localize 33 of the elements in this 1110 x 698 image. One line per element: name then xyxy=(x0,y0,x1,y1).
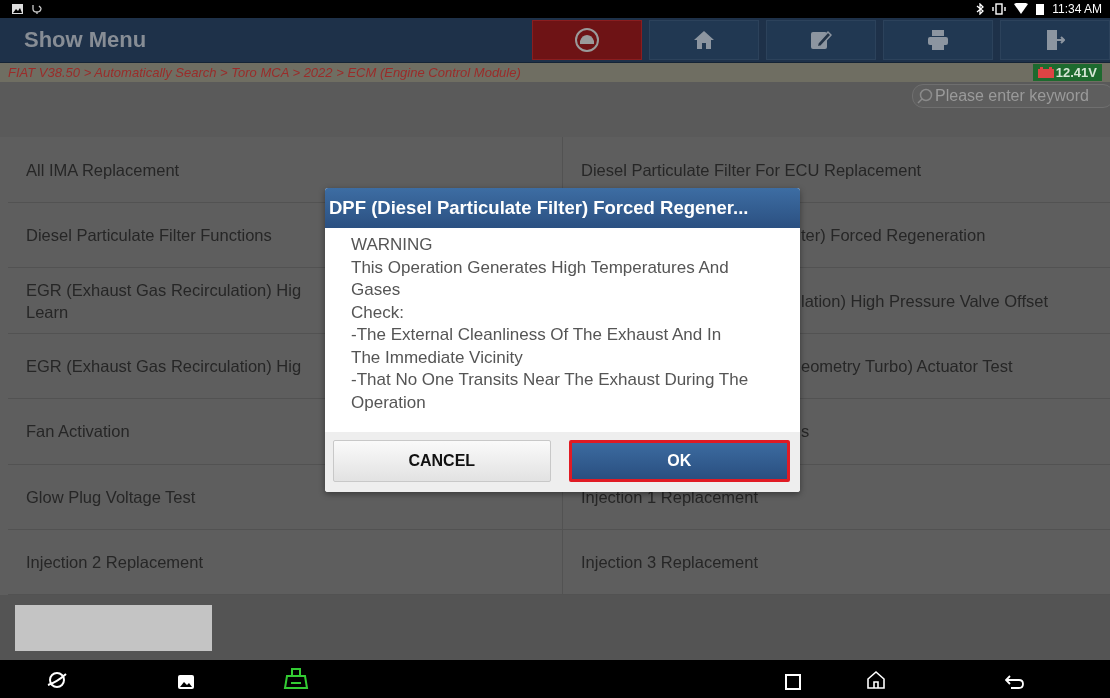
print-button[interactable] xyxy=(883,19,993,60)
menu-item[interactable]: Injection 2 Replacement xyxy=(8,530,562,595)
edit-button[interactable] xyxy=(766,19,876,60)
browser-button[interactable] xyxy=(47,670,67,690)
dialog-message-line: WARNING xyxy=(351,234,434,256)
voltage-value: 12.41V xyxy=(1055,64,1097,80)
recent-apps-button[interactable] xyxy=(785,674,801,690)
clock-time: 11:34 AM xyxy=(1052,1,1102,16)
back-button[interactable] xyxy=(1005,674,1025,690)
screen-title: Show Menu xyxy=(23,26,147,53)
image-icon xyxy=(12,3,23,14)
vci-button[interactable] xyxy=(283,668,309,690)
printer-icon xyxy=(927,28,949,51)
menu-item[interactable]: Injection 3 Replacement xyxy=(562,530,1110,595)
search-icon xyxy=(917,87,933,104)
dialog-title: DPF (Diesel Particulate Filter) Forced Regener... xyxy=(325,188,800,228)
bluetooth-icon xyxy=(976,2,985,15)
ok-button[interactable]: OK xyxy=(568,440,790,482)
usb-icon xyxy=(31,2,43,15)
cancel-button[interactable]: CANCEL xyxy=(333,440,551,482)
search-field[interactable]: Please enter keyword xyxy=(912,83,1110,108)
battery-icon xyxy=(1037,66,1054,78)
edit-icon xyxy=(810,28,832,51)
breadcrumb-path: FIAT V38.50 > Automatically Search > Toro MCA > 2022 > ECM (Engine Control Module) xyxy=(8,64,521,80)
exit-button[interactable] xyxy=(1000,19,1110,60)
battery-icon xyxy=(1036,2,1045,15)
gallery-button[interactable] xyxy=(177,674,195,690)
vibrate-icon xyxy=(992,2,1007,15)
home-icon xyxy=(693,29,715,50)
wifi-icon xyxy=(1014,3,1029,15)
exit-icon xyxy=(1045,28,1065,51)
car-diagnosis-button[interactable] xyxy=(532,19,642,60)
dialog-message-line: Check: xyxy=(351,301,405,324)
